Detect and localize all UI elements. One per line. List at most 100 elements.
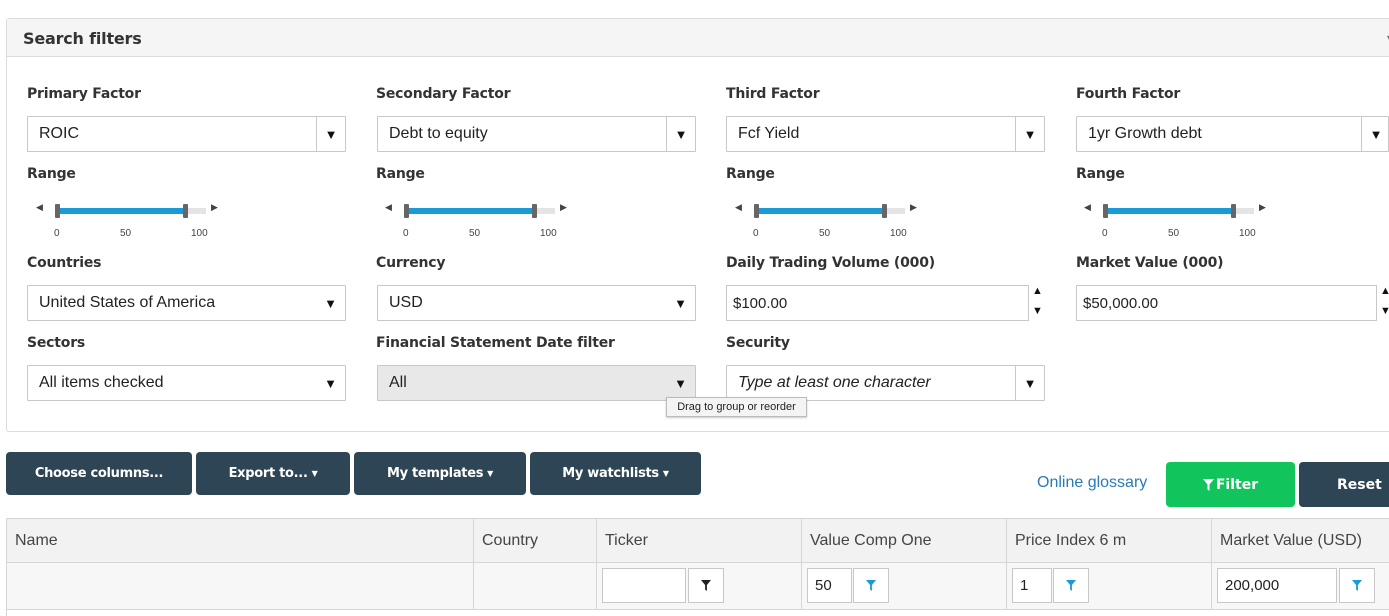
filter-label: Filter — [1215, 476, 1259, 493]
sectors-select[interactable]: All items checked ▼ — [27, 365, 346, 401]
column-header-label: Market Value (USD) — [1220, 532, 1362, 549]
fourth-factor-label: Fourth Factor — [1076, 86, 1181, 102]
my-watchlists-button[interactable]: My watchlists ▼ — [530, 452, 701, 495]
slider-tick-label: 100 — [191, 228, 208, 239]
filter-cell: 1 — [1007, 563, 1212, 610]
ticker-filter-input[interactable] — [602, 568, 686, 603]
spin-up-icon[interactable]: ▲ — [1032, 285, 1043, 297]
slider-high-handle[interactable] — [183, 204, 188, 218]
slider-right-arrow-icon[interactable]: ▶ — [560, 202, 567, 213]
slider-left-arrow-icon[interactable]: ◀ — [1084, 202, 1091, 213]
slider-right-arrow-icon[interactable]: ▶ — [910, 202, 917, 213]
slider-selection — [755, 208, 884, 214]
primary-factor-select[interactable]: ROIC ▼ — [27, 116, 346, 152]
daily-volume-spinner[interactable]: ▲ ▼ — [1030, 285, 1044, 321]
column-header-market-value[interactable]: Market Value (USD) — [1212, 519, 1389, 563]
range-label: Range — [27, 166, 76, 182]
fourth-factor-value: 1yr Growth debt — [1088, 125, 1202, 142]
slider-track[interactable] — [754, 204, 905, 218]
slider-low-handle[interactable] — [404, 204, 409, 218]
my-templates-button[interactable]: My templates ▼ — [354, 452, 526, 495]
choose-columns-button[interactable]: Choose columns... — [6, 452, 192, 495]
reset-button[interactable]: Reset — [1299, 462, 1389, 507]
range-slider[interactable]: ◀ ▶ 0 50 100 — [735, 202, 935, 242]
column-header-price-index[interactable]: Price Index 6 m — [1007, 519, 1212, 563]
sectors-value: All items checked — [39, 374, 164, 391]
column-header-label: Price Index 6 m — [1015, 532, 1127, 549]
funnel-icon — [866, 580, 876, 591]
slider-left-arrow-icon[interactable]: ◀ — [36, 202, 43, 213]
column-header-value-comp-one[interactable]: Value Comp One — [802, 519, 1007, 563]
results-grid: Name Country Ticker Value Comp One Price… — [6, 518, 1389, 616]
dropdown-arrow-icon[interactable]: ▼ — [666, 286, 695, 320]
my-templates-label: My templates — [386, 466, 484, 481]
export-to-label: Export to... — [228, 466, 308, 481]
market-value-filter-input[interactable]: 200,000 — [1217, 568, 1337, 603]
primary-factor-value: ROIC — [39, 125, 79, 142]
slider-low-handle[interactable] — [1103, 204, 1108, 218]
slider-track[interactable] — [1103, 204, 1254, 218]
column-header-ticker[interactable]: Ticker — [597, 519, 802, 563]
slider-high-handle[interactable] — [882, 204, 887, 218]
slider-tick-label: 50 — [469, 228, 481, 239]
slider-track[interactable] — [55, 204, 206, 218]
market-value-spinner[interactable]: ▲ ▼ — [1378, 285, 1389, 321]
slider-high-handle[interactable] — [532, 204, 537, 218]
slider-left-arrow-icon[interactable]: ◀ — [735, 202, 742, 213]
market-value-filter-value: 200,000 — [1225, 577, 1280, 594]
filter-button[interactable]: Filter — [1166, 462, 1295, 507]
funnel-icon — [1202, 478, 1214, 491]
value-comp-filter-button[interactable] — [853, 568, 889, 603]
fourth-factor-select[interactable]: 1yr Growth debt ▼ — [1076, 116, 1389, 152]
security-combobox[interactable]: Type at least one character ▼ — [726, 365, 1045, 401]
slider-low-handle[interactable] — [754, 204, 759, 218]
range-slider[interactable]: ◀ ▶ 0 50 100 — [385, 202, 585, 242]
countries-select[interactable]: United States of America ▼ — [27, 285, 346, 321]
countries-value: United States of America — [39, 294, 216, 311]
slider-right-arrow-icon[interactable]: ▶ — [1259, 202, 1266, 213]
caret-down-icon: ▼ — [487, 469, 494, 478]
column-header-country[interactable]: Country — [474, 519, 597, 563]
filter-cell — [597, 563, 802, 610]
market-value-input[interactable]: $50,000.00 — [1076, 285, 1377, 321]
third-factor-select[interactable]: Fcf Yield ▼ — [726, 116, 1045, 152]
ticker-filter-button[interactable] — [688, 568, 724, 603]
market-value-filter-button[interactable] — [1339, 568, 1375, 603]
dropdown-arrow-icon[interactable]: ▼ — [1015, 366, 1044, 400]
dropdown-arrow-icon[interactable]: ▼ — [1015, 117, 1044, 151]
caret-down-icon: ▼ — [662, 469, 669, 478]
spin-up-icon[interactable]: ▲ — [1380, 285, 1389, 297]
price-index-filter-input[interactable]: 1 — [1012, 568, 1052, 603]
slider-track[interactable] — [404, 204, 555, 218]
fin-date-select[interactable]: All ▼ — [377, 365, 696, 401]
dropdown-arrow-icon[interactable]: ▼ — [1361, 117, 1389, 151]
slider-low-handle[interactable] — [55, 204, 60, 218]
dropdown-arrow-icon[interactable]: ▼ — [316, 366, 345, 400]
online-glossary-link[interactable]: Online glossary — [1037, 474, 1147, 492]
fin-date-value: All — [389, 374, 407, 391]
spin-down-icon[interactable]: ▼ — [1380, 305, 1389, 317]
slider-tick-label: 50 — [1168, 228, 1180, 239]
dropdown-arrow-icon[interactable]: ▼ — [316, 286, 345, 320]
column-header-name[interactable]: Name — [7, 519, 474, 563]
secondary-factor-select[interactable]: Debt to equity ▼ — [377, 116, 696, 152]
third-factor-label: Third Factor — [726, 86, 820, 102]
range-slider[interactable]: ◀ ▶ 0 50 100 — [36, 202, 236, 242]
panel-header[interactable]: Search filters ▾ — [7, 19, 1389, 57]
range-slider[interactable]: ◀ ▶ 0 50 100 — [1084, 202, 1284, 242]
dropdown-arrow-icon[interactable]: ▼ — [666, 366, 695, 400]
security-placeholder: Type at least one character — [738, 374, 931, 391]
export-to-button[interactable]: Export to... ▼ — [196, 452, 350, 495]
slider-left-arrow-icon[interactable]: ◀ — [385, 202, 392, 213]
spin-down-icon[interactable]: ▼ — [1032, 305, 1043, 317]
dropdown-arrow-icon[interactable]: ▼ — [666, 117, 695, 151]
slider-right-arrow-icon[interactable]: ▶ — [211, 202, 218, 213]
value-comp-filter-input[interactable]: 50 — [807, 568, 852, 603]
dropdown-arrow-icon[interactable]: ▼ — [316, 117, 345, 151]
currency-select[interactable]: USD ▼ — [377, 285, 696, 321]
fin-date-label: Financial Statement Date filter — [376, 335, 615, 351]
daily-volume-input[interactable]: $100.00 — [726, 285, 1029, 321]
filter-cell: 200,000 — [1212, 563, 1389, 610]
slider-high-handle[interactable] — [1231, 204, 1236, 218]
price-index-filter-button[interactable] — [1053, 568, 1089, 603]
